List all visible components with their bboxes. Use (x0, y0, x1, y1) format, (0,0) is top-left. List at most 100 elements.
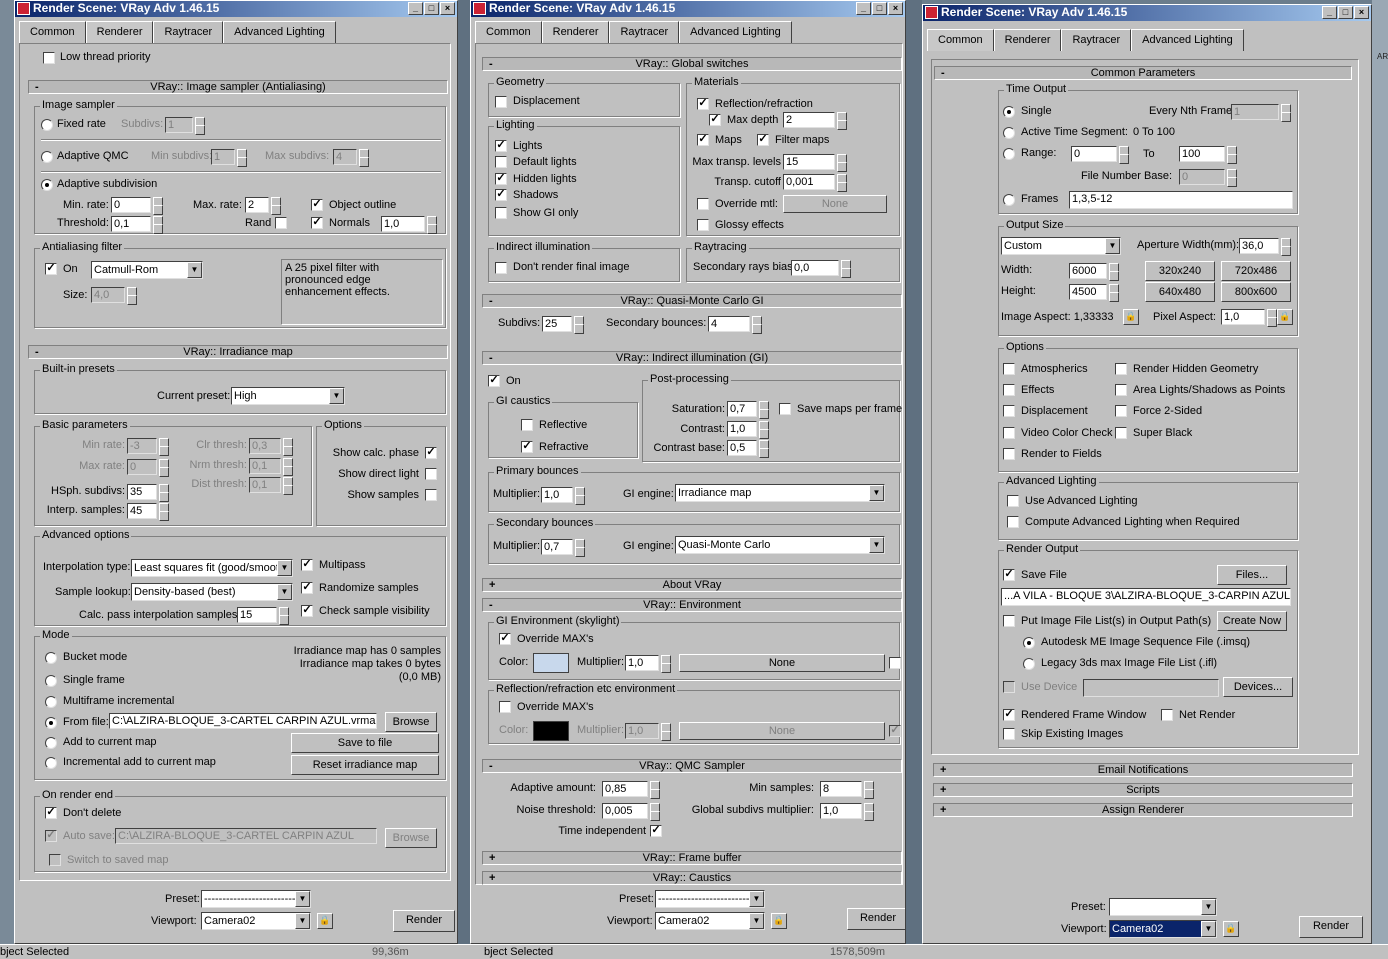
preset-dropdown[interactable]: ▼ (1109, 898, 1217, 916)
every-nth-frame-input[interactable]: 1 (1231, 104, 1279, 120)
override-mtl-checkbox[interactable] (697, 198, 709, 210)
height-input[interactable]: 4500 (1069, 284, 1107, 300)
force-2-sided-checkbox[interactable] (1115, 405, 1127, 417)
refractive-checkbox[interactable]: ✓ (521, 441, 533, 453)
dist-thresh-spinner[interactable] (283, 477, 293, 495)
single-radio[interactable] (1003, 106, 1015, 118)
adaptive-amount-spinner[interactable] (650, 781, 660, 799)
frames-radio[interactable] (1003, 194, 1015, 206)
browse-button[interactable]: Browse (385, 712, 437, 732)
rollout-email-notifications[interactable]: + Email Notifications (933, 763, 1353, 777)
multipass-checkbox[interactable]: ✓ (301, 559, 313, 571)
max-transp-levels-input[interactable]: 15 (783, 154, 835, 170)
hsph-subdivs-spinner[interactable] (159, 484, 169, 502)
aa-filter-dropdown[interactable]: Catmull-Rom ▼ (91, 261, 203, 279)
range-radio[interactable] (1003, 148, 1015, 160)
gi-multiplier-spinner[interactable] (661, 655, 671, 673)
viewport-dropdown[interactable]: Camera02 ▼ (201, 912, 311, 930)
max-transp-levels-spinner[interactable] (837, 154, 847, 172)
displacement-checkbox[interactable] (495, 96, 507, 108)
rollout-image-sampler[interactable]: - VRay:: Image sampler (Antialiasing) (28, 80, 448, 94)
global-subdivs-spinner[interactable] (864, 803, 874, 821)
create-now-button[interactable]: Create Now (1217, 611, 1287, 631)
contrast-base-input[interactable]: 0,5 (727, 440, 757, 456)
normals-checkbox[interactable]: ✓ (311, 217, 323, 229)
show-calc-phase-checkbox[interactable]: ✓ (425, 447, 437, 459)
tab-common[interactable]: Common (475, 21, 542, 43)
range-to-input[interactable]: 100 (1179, 146, 1225, 162)
gi-multiplier-input[interactable]: 1,0 (625, 655, 659, 671)
saturation-spinner[interactable] (759, 401, 769, 419)
max-rate-spinner[interactable] (271, 197, 281, 215)
viewport-dropdown[interactable]: Camera02 ▼ (1109, 920, 1217, 938)
maps-checkbox[interactable]: ✓ (697, 134, 709, 146)
adaptive-subdivision-radio[interactable] (41, 179, 53, 191)
range-from-input[interactable]: 0 (1071, 146, 1117, 162)
rollout-indirect-illumination[interactable]: - VRay:: Indirect illumination (GI) (482, 351, 902, 365)
rollout-common-parameters[interactable]: - Common Parameters (934, 66, 1352, 80)
legacy-ifl-radio[interactable] (1023, 658, 1035, 670)
min-subdivs-spinner[interactable] (237, 149, 247, 167)
auto-save-checkbox[interactable]: ✓ (45, 830, 57, 842)
preset-640x480-button[interactable]: 640x480 (1145, 282, 1215, 302)
use-device-checkbox[interactable] (1003, 681, 1015, 693)
qmc-subdivs-spinner[interactable] (574, 316, 584, 334)
interp-samples-input[interactable]: 45 (127, 503, 157, 519)
nrm-thresh-spinner[interactable] (283, 458, 293, 476)
max-rate-input[interactable]: 2 (245, 197, 269, 213)
interpolation-type-dropdown[interactable]: Least squares fit (good/smooth ▼ (131, 559, 293, 577)
gi-override-max-checkbox[interactable]: ✓ (499, 633, 511, 645)
output-size-dropdown[interactable]: Custom ▼ (1001, 237, 1121, 255)
close-button[interactable]: × (1354, 6, 1369, 19)
rand-checkbox[interactable] (275, 217, 287, 229)
preset-dropdown[interactable]: ------------------------- ▼ (201, 890, 311, 908)
hidden-lights-checkbox[interactable]: ✓ (495, 173, 507, 185)
put-image-file-list-checkbox[interactable] (1003, 615, 1015, 627)
calc-pass-spinner[interactable] (279, 607, 289, 625)
primary-multiplier-input[interactable]: 1,0 (541, 487, 573, 503)
preset-320x240-button[interactable]: 320x240 (1145, 261, 1215, 281)
current-preset-dropdown[interactable]: High ▼ (231, 387, 345, 405)
file-number-base-input[interactable]: 0 (1179, 169, 1225, 185)
secondary-bounces-input[interactable]: 4 (708, 316, 750, 332)
gi-map-button[interactable]: None (679, 654, 885, 672)
saturation-input[interactable]: 0,7 (727, 401, 757, 417)
pixel-aspect-input[interactable]: 1,0 (1221, 309, 1265, 325)
rollout-frame-buffer[interactable]: + VRay:: Frame buffer (482, 851, 902, 865)
irr-min-rate-spinner[interactable] (159, 438, 169, 456)
normals-spinner[interactable] (427, 216, 437, 234)
contrast-spinner[interactable] (759, 421, 769, 439)
render-button[interactable]: Render (847, 908, 905, 930)
aa-filter-on-checkbox[interactable]: ✓ (45, 263, 57, 275)
file-number-base-spinner[interactable] (1227, 169, 1237, 187)
lock-icon[interactable]: 🔒 (1123, 309, 1139, 325)
irr-min-rate-input[interactable]: -3 (127, 438, 157, 454)
secondary-gi-engine-dropdown[interactable]: Quasi-Monte Carlo ▼ (675, 536, 885, 554)
nrm-thresh-input[interactable]: 0,1 (249, 458, 281, 474)
minimize-button[interactable]: _ (408, 2, 423, 15)
primary-gi-engine-dropdown[interactable]: Irradiance map ▼ (675, 484, 885, 502)
refl-map-checkbox[interactable]: ✓ (889, 725, 901, 737)
min-rate-input[interactable]: 0 (111, 197, 151, 213)
tab-renderer[interactable]: Renderer (541, 21, 610, 43)
secondary-rays-bias-input[interactable]: 0,0 (791, 260, 839, 276)
super-black-checkbox[interactable] (1115, 427, 1127, 439)
auto-save-browse-button[interactable]: Browse (385, 828, 437, 848)
irr-map-path-input[interactable]: C:\ALZIRA-BLOQUE_3-CARTEL CARPIN AZUL.vr… (109, 713, 377, 729)
transp-cutoff-input[interactable]: 0,001 (783, 174, 835, 190)
min-samples-input[interactable]: 8 (820, 781, 862, 797)
files-button[interactable]: Files... (1217, 565, 1287, 585)
shadows-checkbox[interactable]: ✓ (495, 189, 507, 201)
width-input[interactable]: 6000 (1069, 263, 1107, 279)
compute-advanced-lighting-checkbox[interactable] (1007, 516, 1019, 528)
size-spinner[interactable] (127, 287, 137, 305)
filter-maps-checkbox[interactable]: ✓ (757, 134, 769, 146)
tab-advanced-lighting[interactable]: Advanced Lighting (223, 21, 336, 43)
single-frame-radio[interactable] (45, 675, 57, 687)
active-time-segment-radio[interactable] (1003, 127, 1015, 139)
adaptive-qmc-radio[interactable] (41, 151, 53, 163)
minimize-button[interactable]: _ (1322, 6, 1337, 19)
secondary-multiplier-spinner[interactable] (575, 539, 585, 557)
max-depth-checkbox[interactable]: ✓ (709, 114, 721, 126)
qmc-subdivs-input[interactable]: 25 (542, 316, 572, 332)
